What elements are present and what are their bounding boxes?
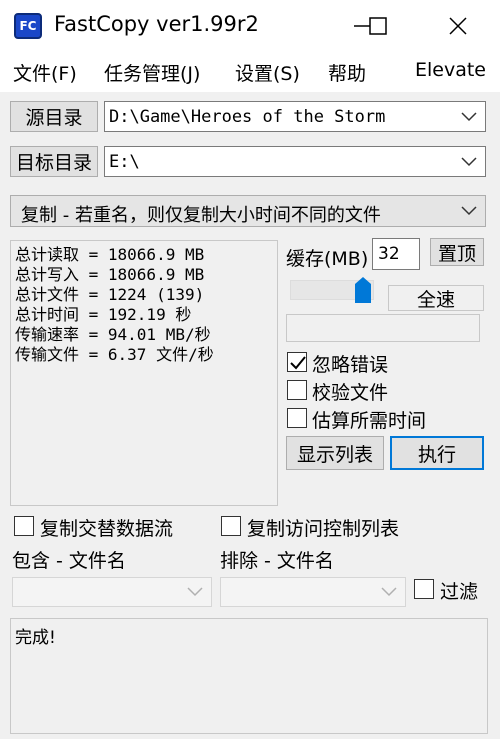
chevron-down-icon[interactable] [461,156,477,167]
full-speed-label: 全速 [388,285,484,311]
estimate-time-checkbox[interactable] [287,408,307,428]
show-list-button[interactable]: 显示列表 [286,436,384,470]
close-icon [449,17,467,35]
stats-panel: 总计读取 = 18066.9 MB 总计写入 = 18066.9 MB 总计文件… [10,240,278,506]
maximize-icon [369,17,387,35]
stat-total-read: 总计读取 = 18066.9 MB [15,245,205,264]
menu-help[interactable]: 帮助 [328,59,366,86]
buffer-size-input[interactable]: 32 [372,238,420,270]
menu-file[interactable]: 文件(F) [13,59,77,86]
speed-slider-thumb[interactable] [354,276,372,304]
chevron-down-icon[interactable] [381,587,397,597]
log-text: 完成! [15,628,56,648]
log-area: 完成! [10,618,488,734]
dest-dir-button[interactable]: 目标目录 [10,146,98,177]
window-title: FastCopy ver1.99r2 [54,12,259,36]
filter-checkbox[interactable] [414,579,434,599]
ignore-errors-checkbox[interactable] [287,352,307,372]
checkmark-icon [290,356,306,370]
copy-mode-text: 复制 - 若重名，则仅复制大小时间不同的文件 [21,205,381,226]
dest-path-combo[interactable]: E:\ [104,146,486,177]
verify-checkbox[interactable] [287,380,307,400]
chevron-down-icon[interactable] [461,206,477,216]
maximize-button[interactable] [350,0,406,52]
copy-ads-checkbox[interactable] [14,516,34,536]
exclude-filename-label: 排除 - 文件名 [220,550,334,572]
stat-total-files: 总计文件 = 1224 (139) [15,285,205,304]
close-button[interactable] [430,0,486,52]
menu-elevate[interactable]: Elevate [415,59,486,81]
verify-label: 校验文件 [312,382,389,404]
copy-mode-select[interactable]: 复制 - 若重名，则仅复制大小时间不同的文件 [10,195,486,227]
chevron-down-icon[interactable] [187,587,203,597]
stat-transfer-rate: 传输速率 = 94.01 MB/秒 [15,325,211,344]
source-path-text: D:\Game\Heroes of the Storm [109,106,386,127]
execute-button[interactable]: 执行 [390,436,484,470]
source-dir-button[interactable]: 源目录 [10,101,98,132]
buffer-label: 缓存(MB) [286,248,369,270]
stat-transfer-files: 传输文件 = 6.37 文件/秒 [15,345,214,364]
menu-settings[interactable]: 设置(S) [235,59,300,86]
exclude-filter-combo[interactable] [220,577,406,607]
copy-acl-label: 复制访问控制列表 [247,518,400,540]
fastcopy-app-icon: FC [14,13,42,39]
ignore-errors-label: 忽略错误 [312,354,389,376]
filter-label: 过滤 [440,581,479,603]
menu-job-management[interactable]: 任务管理(J) [104,59,200,86]
source-path-combo[interactable]: D:\Game\Heroes of the Storm [104,101,486,132]
progress-box [286,314,480,342]
chevron-down-icon[interactable] [461,111,477,122]
dest-path-text: E:\ [109,151,140,172]
stat-total-time: 总计时间 = 192.19 秒 [15,305,192,324]
stay-on-top-button[interactable]: 置顶 [430,238,484,266]
estimate-time-label: 估算所需时间 [312,410,427,432]
buffer-size-value: 32 [378,244,400,264]
copy-ads-label: 复制交替数据流 [40,518,174,540]
stat-total-write: 总计写入 = 18066.9 MB [15,265,205,284]
include-filename-label: 包含 - 文件名 [12,550,126,572]
include-filter-combo[interactable] [12,577,212,607]
copy-acl-checkbox[interactable] [221,516,241,536]
